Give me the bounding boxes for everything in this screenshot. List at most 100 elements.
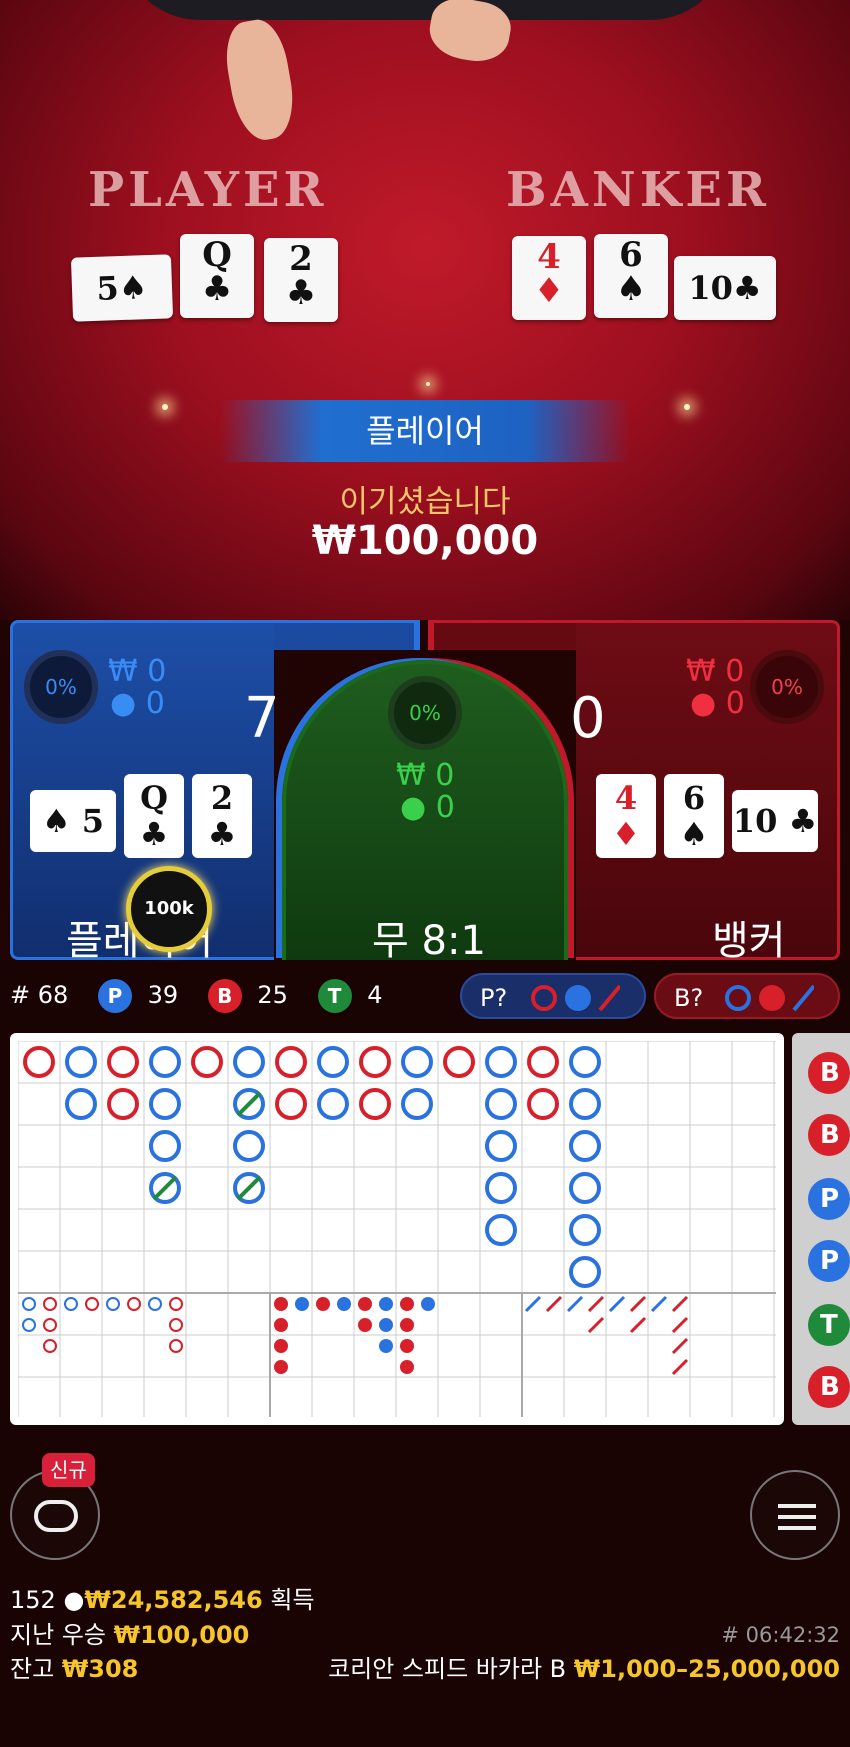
predict-icons xyxy=(725,984,814,1012)
round-id: # 06:42:32 xyxy=(721,1623,840,1647)
player-score: 7 xyxy=(244,686,280,751)
big-road-mark xyxy=(233,1046,265,1078)
small-road-mark xyxy=(274,1297,288,1311)
big-road-mark xyxy=(485,1046,517,1078)
bead: B xyxy=(808,1114,850,1156)
small-road-mark xyxy=(400,1360,414,1374)
menu-icon xyxy=(778,1504,816,1530)
big-road-mark xyxy=(149,1046,181,1078)
big-eye-mark xyxy=(43,1297,57,1311)
player-title: PLAYER xyxy=(88,162,328,218)
player-card: 2 ♣ xyxy=(192,774,252,858)
banker-percent-ring: 0% xyxy=(750,650,824,724)
player-card: Q ♣ xyxy=(124,774,184,858)
table-card: 2 ♣ xyxy=(264,238,338,322)
big-road-mark xyxy=(275,1088,307,1120)
player-predict-button[interactable]: P? xyxy=(460,973,646,1019)
small-road-mark xyxy=(421,1297,435,1311)
big-road-mark xyxy=(485,1214,517,1246)
menu-button[interactable] xyxy=(750,1470,840,1560)
big-road-mark xyxy=(107,1088,139,1120)
banker-title: BANKER xyxy=(506,162,770,218)
small-road-mark xyxy=(379,1297,393,1311)
cockroach-mark xyxy=(587,1316,605,1334)
round-count: # 68 xyxy=(10,981,69,1009)
big-eye-mark xyxy=(43,1318,57,1332)
sparkle xyxy=(162,404,168,410)
betting-area: 0% ₩ 0 ● 0 7 ♠ 5 Q♣ 2♣ 플레이어 100k 0% ₩ 0 … xyxy=(0,620,850,964)
banker-dot: B xyxy=(207,979,242,1013)
cockroach-mark xyxy=(608,1295,626,1313)
banker-predict-button[interactable]: B? xyxy=(654,973,840,1019)
big-road-mark xyxy=(443,1046,475,1078)
new-badge: 신규 xyxy=(42,1453,95,1487)
table-card: 10♣ xyxy=(674,256,776,320)
sparkle xyxy=(426,382,430,386)
scoreboard[interactable] xyxy=(10,1033,784,1425)
big-road-mark xyxy=(401,1088,433,1120)
small-road-mark xyxy=(358,1297,372,1311)
banker-card: 10 ♣ xyxy=(732,790,818,852)
tie-slash xyxy=(236,1091,262,1117)
big-road-mark xyxy=(149,1088,181,1120)
small-road-mark xyxy=(358,1318,372,1332)
bet-chip[interactable]: 100k xyxy=(126,866,212,952)
big-road-mark xyxy=(527,1088,559,1120)
bead: T xyxy=(808,1304,850,1346)
big-road-mark xyxy=(359,1088,391,1120)
tie-slash xyxy=(152,1175,178,1201)
road-grid xyxy=(18,1041,776,1417)
big-road-mark xyxy=(359,1046,391,1078)
small-road-mark xyxy=(274,1318,288,1332)
tie-bettors: ● 0 xyxy=(400,790,455,825)
big-road-mark xyxy=(65,1088,97,1120)
big-road-mark xyxy=(527,1046,559,1078)
big-road-mark xyxy=(317,1046,349,1078)
banker-label: 뱅커 xyxy=(712,918,786,964)
player-percent-ring: 0% xyxy=(24,650,98,724)
big-road-mark xyxy=(191,1046,223,1078)
big-eye-mark xyxy=(22,1297,36,1311)
big-road-mark xyxy=(23,1046,55,1078)
player-dot: P xyxy=(97,979,132,1013)
player-bettors: ● 0 xyxy=(110,686,165,721)
winners-line: 152 ●₩24,582,546 획득 xyxy=(10,1586,315,1614)
tie-percent-ring: 0% xyxy=(388,676,462,750)
table-info: 코리안 스피드 바카라 B ₩1,000–25,000,000 xyxy=(328,1655,840,1683)
banker-score: 0 xyxy=(570,686,606,751)
player-bet-spot-edge xyxy=(274,620,420,650)
big-road-mark xyxy=(485,1130,517,1162)
big-eye-mark xyxy=(43,1339,57,1353)
banker-card: 4 ♦ xyxy=(596,774,656,858)
cockroach-mark xyxy=(566,1295,584,1313)
big-road-mark xyxy=(569,1046,601,1078)
cockroach-mark xyxy=(650,1295,668,1313)
big-road-mark xyxy=(317,1088,349,1120)
person-icon: ● xyxy=(110,686,137,721)
cockroach-mark xyxy=(671,1337,689,1355)
person-icon: ● xyxy=(63,1586,85,1614)
bead: P xyxy=(808,1178,850,1220)
banker-bet-spot-edge xyxy=(428,620,576,650)
last-win-line: 지난 우승 ₩100,000 xyxy=(10,1621,250,1649)
big-eye-mark xyxy=(106,1297,120,1311)
big-eye-mark xyxy=(169,1297,183,1311)
big-eye-mark xyxy=(169,1339,183,1353)
dealer-hand-right xyxy=(425,0,515,67)
table-card: 5♠ xyxy=(70,254,174,322)
tie-count: 4 xyxy=(367,981,383,1009)
big-road-mark xyxy=(485,1172,517,1204)
banker-bettors: ● 0 xyxy=(690,686,745,721)
cockroach-mark xyxy=(629,1316,647,1334)
cockroach-mark xyxy=(587,1295,605,1313)
cockroach-mark xyxy=(671,1316,689,1334)
bead: P xyxy=(808,1240,850,1282)
big-eye-mark xyxy=(148,1297,162,1311)
table-card: Q ♣ xyxy=(180,234,254,318)
big-road-mark xyxy=(233,1130,265,1162)
big-road-mark xyxy=(569,1130,601,1162)
tie-dot: T xyxy=(317,979,352,1013)
bead: B xyxy=(808,1052,850,1094)
player-card: ♠ 5 xyxy=(30,790,116,852)
player-count: 39 xyxy=(147,981,179,1009)
